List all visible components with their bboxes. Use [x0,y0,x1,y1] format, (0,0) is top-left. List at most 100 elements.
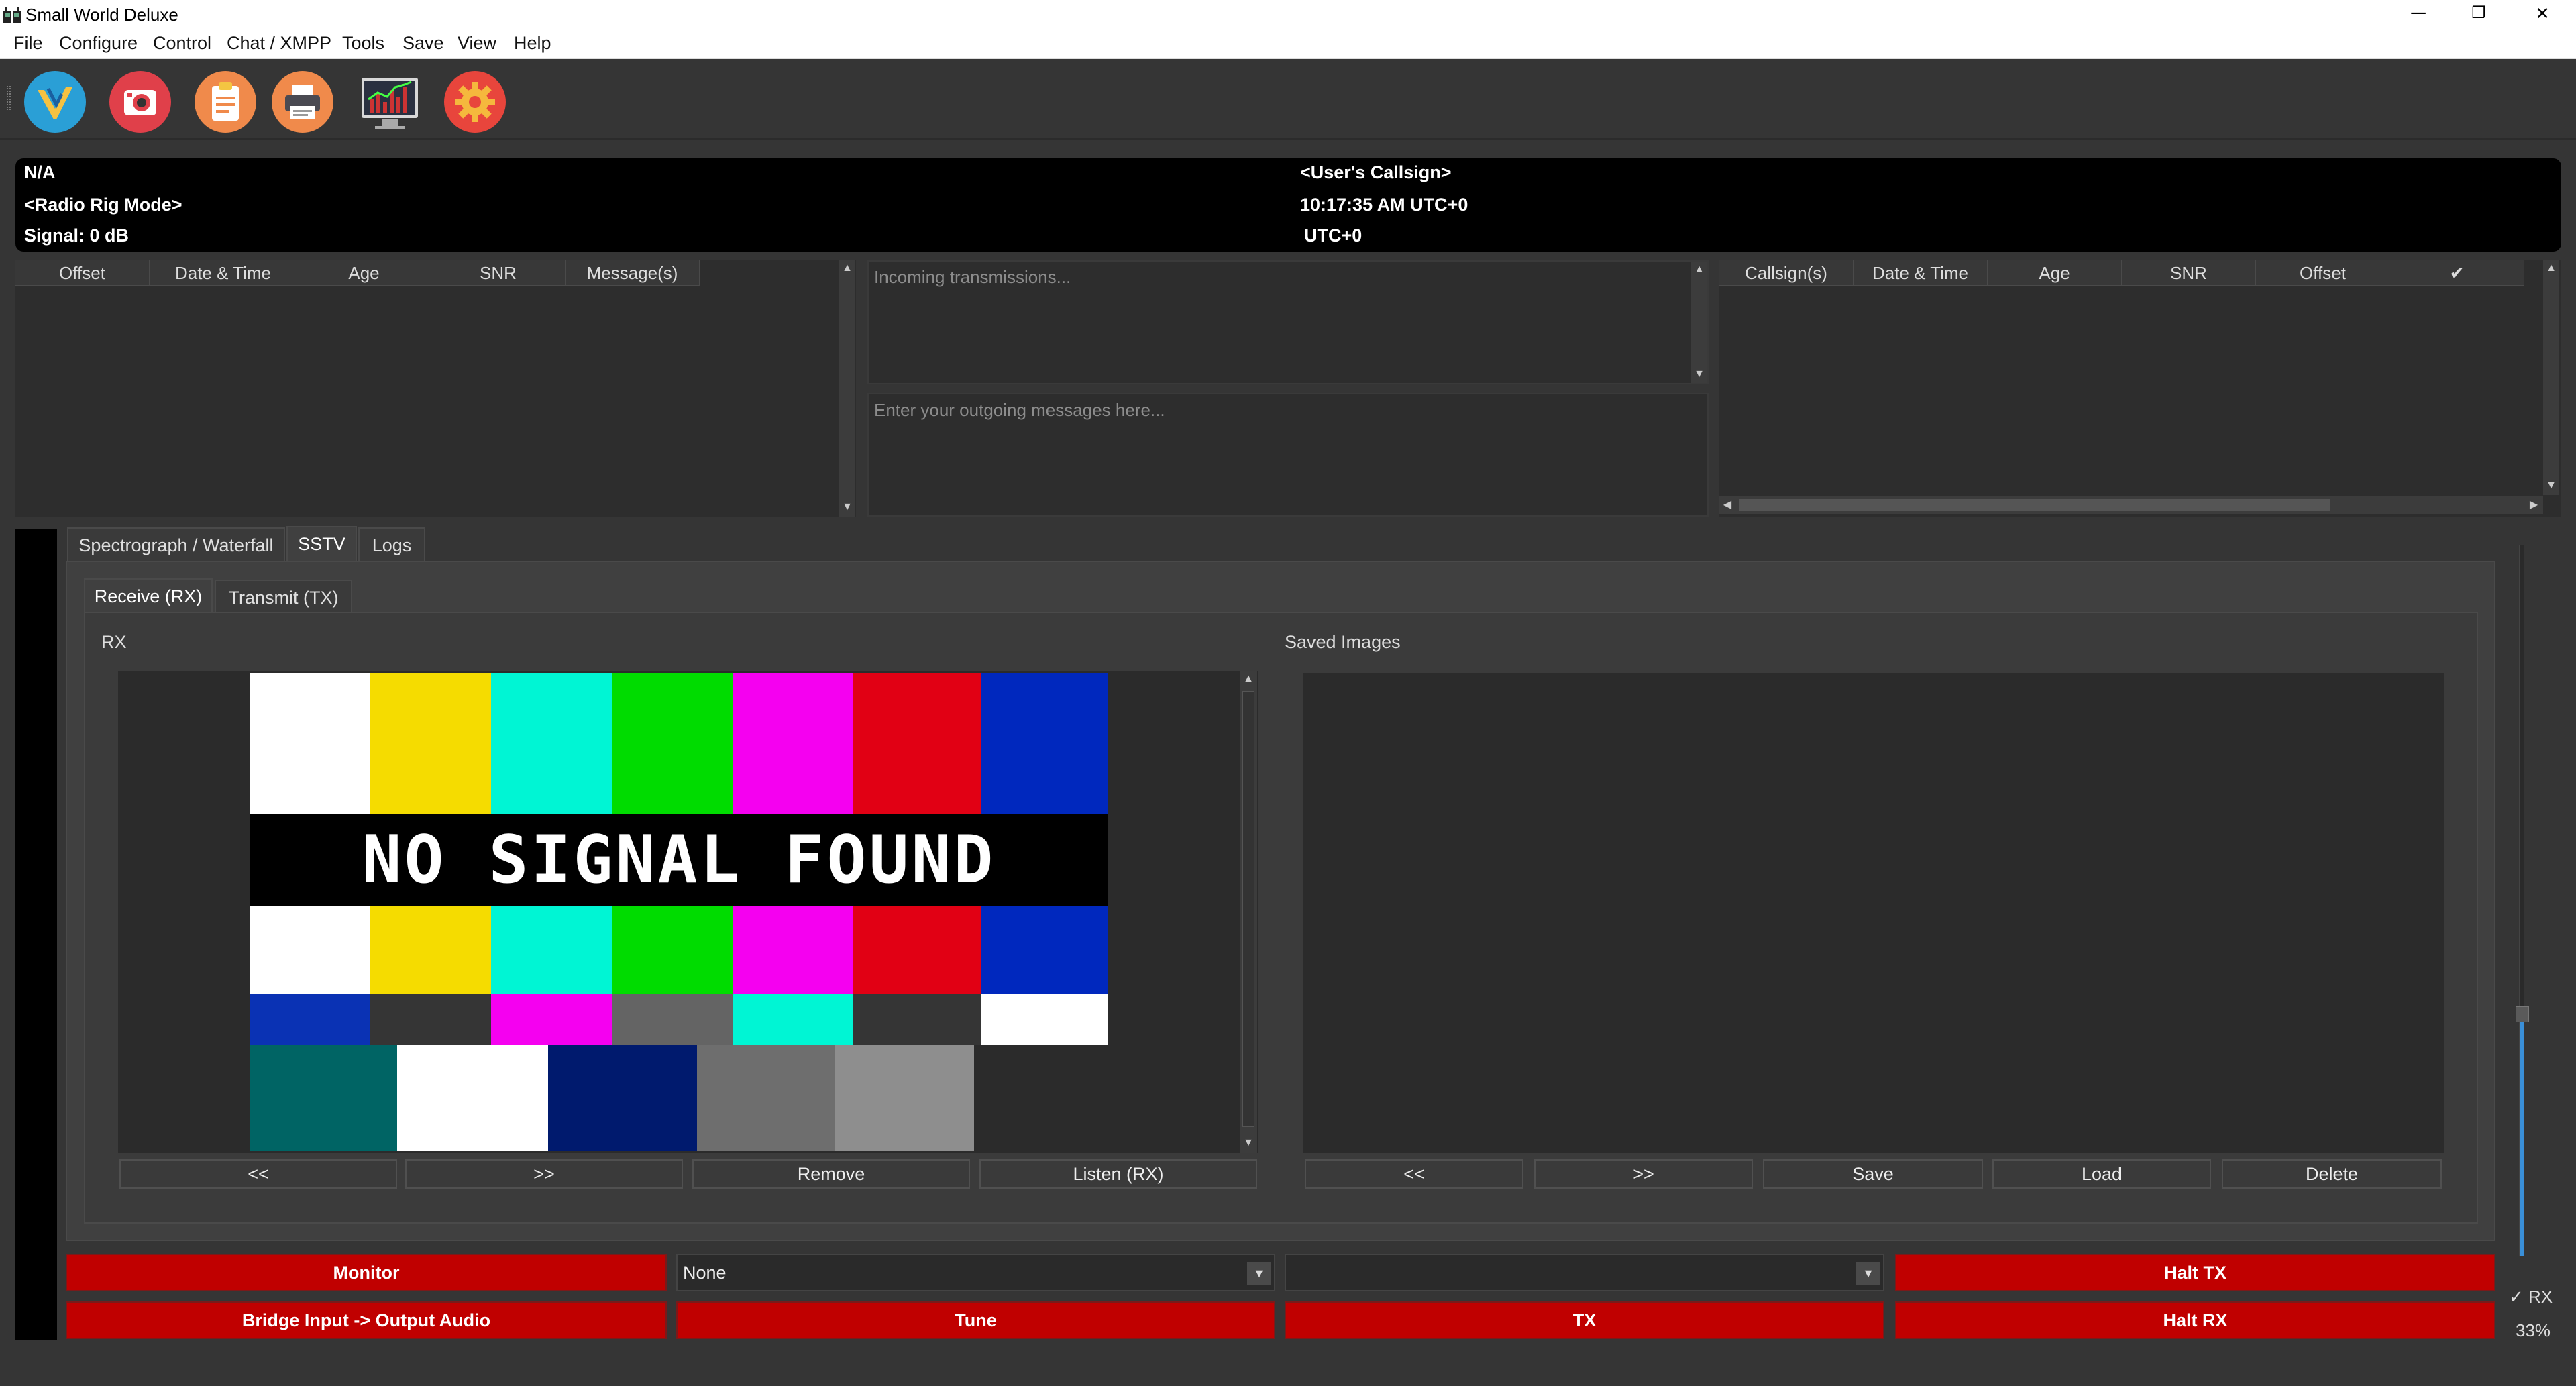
listen-rx-button[interactable]: Listen (RX) [979,1159,1257,1189]
volume-slider-fill [2520,1020,2524,1256]
saved-next-button[interactable]: >> [1534,1159,1753,1189]
settings-gear-icon[interactable] [443,70,507,134]
audio-source-value: None [683,1263,727,1283]
tx-button[interactable]: TX [1285,1301,1884,1339]
right-table-vscrollbar[interactable]: ▲ ▼ [2543,260,2559,495]
spectrum-monitor-icon[interactable] [358,70,422,134]
frequency-readout: N/A [24,162,56,182]
delete-image-button[interactable]: Delete [2222,1159,2442,1189]
column-header-age[interactable]: Age [1988,260,2122,286]
tab-logs[interactable]: Logs [358,527,425,562]
audio-source-select[interactable]: None ▼ [676,1254,1275,1291]
column-header-snr[interactable]: SNR [431,260,566,286]
castellation-black [370,994,491,1045]
camera-icon[interactable] [108,70,172,134]
pluge-gray [697,1045,835,1151]
pluge-navy [548,1045,697,1151]
close-button[interactable]: ✕ [2512,0,2573,30]
rx-next-button[interactable]: >> [405,1159,683,1189]
app-icon [3,7,21,23]
pluge-light-gray [835,1045,974,1151]
app-logo-icon[interactable] [23,70,87,134]
scroll-up-icon[interactable]: ▲ [1242,672,1255,686]
menu-save[interactable]: Save [402,33,444,54]
color-bar-green [612,673,733,814]
saved-images-view[interactable] [1303,673,2444,1153]
menu-tools[interactable]: Tools [342,33,384,54]
castellation-black [853,994,981,1045]
maximize-button[interactable]: ❐ [2449,0,2509,30]
color-bar-green [612,906,733,994]
printer-icon[interactable] [270,70,335,134]
subtab-transmit-tx[interactable]: Transmit (TX) [215,580,352,615]
menu-control[interactable]: Control [153,33,211,54]
castellation-gray [612,994,733,1045]
scroll-up-icon[interactable]: ▲ [841,262,854,275]
scroll-left-icon[interactable]: ◀ [1721,498,1734,512]
scroll-down-icon[interactable]: ▼ [1693,368,1706,381]
column-header-callsigns[interactable]: Callsign(s) [1719,260,1854,286]
signal-readout: Signal: 0 dB [24,225,129,246]
rx-remove-button[interactable]: Remove [692,1159,970,1189]
scroll-up-icon[interactable]: ▲ [1693,263,1706,276]
color-bar-magenta [733,673,853,814]
tab-sstv[interactable]: SSTV [286,526,357,561]
column-header-offset[interactable]: Offset [15,260,150,286]
status-panel: N/A <Radio Rig Mode> Signal: 0 dB <User'… [15,158,2561,252]
hscroll-thumb[interactable] [1739,499,2330,511]
column-header-age[interactable]: Age [297,260,431,286]
pluge-teal [250,1045,397,1151]
secondary-select[interactable]: ▼ [1285,1254,1884,1291]
callsign-readout: <User's Callsign> [1300,162,1452,182]
halt-tx-button[interactable]: Halt TX [1895,1254,2496,1291]
saved-prev-button[interactable]: << [1305,1159,1523,1189]
title-bar: Small World Deluxe ─ ❐ ✕ [0,0,2576,30]
save-image-button[interactable]: Save [1763,1159,1983,1189]
menu-configure[interactable]: Configure [59,33,138,54]
rx-indicator[interactable]: ✓ RX [2509,1287,2553,1308]
menu-help[interactable]: Help [514,33,551,54]
subtab-receive-rx[interactable]: Receive (RX) [84,578,213,613]
column-header-datetime[interactable]: Date & Time [1854,260,1988,286]
chevron-down-icon[interactable]: ▼ [1856,1262,1880,1285]
decoded-messages-table[interactable]: Offset Date & Time Age SNR Message(s) ▲ … [15,260,856,517]
scroll-thumb[interactable] [1242,691,1254,1127]
toolbar-grip[interactable] [7,86,11,110]
color-bar-blue [981,906,1108,994]
chevron-down-icon[interactable]: ▼ [1247,1262,1271,1285]
column-header-offset[interactable]: Offset [2256,260,2390,286]
halt-rx-button[interactable]: Halt RX [1895,1301,2496,1339]
column-header-datetime[interactable]: Date & Time [150,260,297,286]
scroll-up-icon[interactable]: ▲ [2544,262,2558,275]
load-image-button[interactable]: Load [1992,1159,2211,1189]
scroll-right-icon[interactable]: ▶ [2527,498,2540,512]
column-header-checked[interactable]: ✔ [2390,260,2524,286]
rx-image-scrollbar[interactable]: ▲ ▼ [1240,671,1257,1153]
menu-file[interactable]: File [13,33,43,54]
outgoing-message-input[interactable]: Enter your outgoing messages here... [867,393,1709,517]
left-table-scrollbar[interactable]: ▲ ▼ [839,260,855,517]
minimize-button[interactable]: ─ [2388,0,2449,30]
monitor-button[interactable]: Monitor [66,1254,667,1291]
scroll-down-icon[interactable]: ▼ [1242,1136,1255,1150]
menu-view[interactable]: View [458,33,496,54]
incoming-scrollbar[interactable]: ▲ ▼ [1691,262,1707,383]
right-table-hscrollbar[interactable]: ◀ ▶ [1719,496,2543,514]
no-signal-banner: NO SIGNAL FOUND [250,814,1108,906]
clipboard-icon[interactable] [193,70,258,134]
scroll-down-icon[interactable]: ▼ [2544,479,2558,492]
column-header-snr[interactable]: SNR [2122,260,2256,286]
callsigns-table[interactable]: Callsign(s) Date & Time Age SNR Offset ✔… [1719,260,2561,517]
color-bar-cyan [491,673,612,814]
tune-button[interactable]: Tune [676,1301,1275,1339]
column-header-messages[interactable]: Message(s) [566,260,700,286]
incoming-placeholder: Incoming transmissions... [874,267,1071,287]
rx-prev-button[interactable]: << [119,1159,397,1189]
menu-chat-xmpp[interactable]: Chat / XMPP [227,33,331,54]
tab-spectrograph-waterfall[interactable]: Spectrograph / Waterfall [67,527,285,562]
bridge-audio-button[interactable]: Bridge Input -> Output Audio [66,1301,667,1339]
color-bar-yellow [370,673,491,814]
scroll-down-icon[interactable]: ▼ [841,500,854,514]
incoming-transmissions-box[interactable]: Incoming transmissions... ▲ ▼ [867,260,1709,384]
volume-slider-handle[interactable] [2516,1006,2529,1022]
